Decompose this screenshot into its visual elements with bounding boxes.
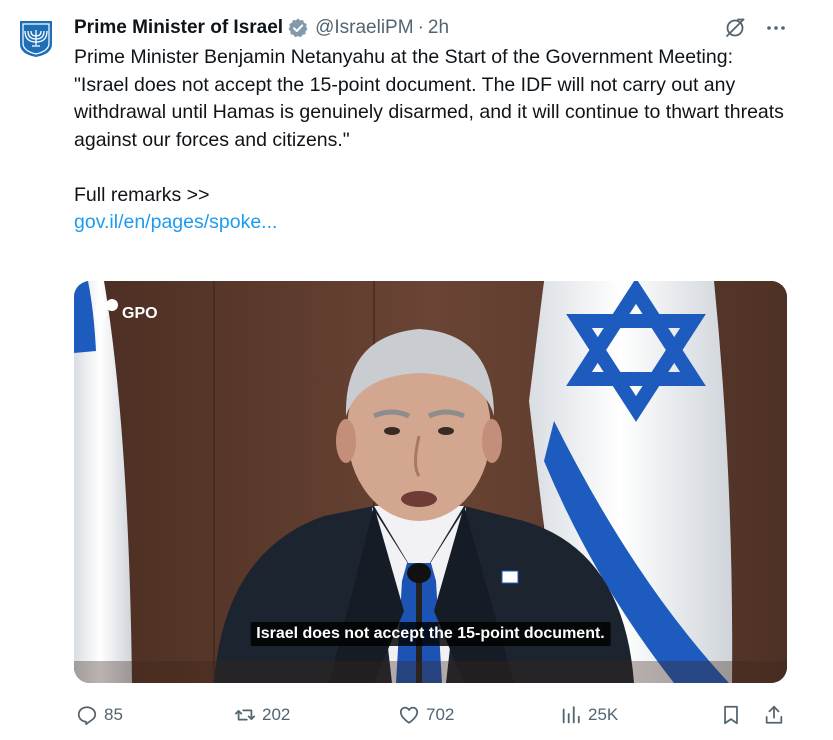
more-icon[interactable] — [765, 17, 787, 39]
views-count: 25K — [588, 705, 619, 724]
gpo-logo-icon — [94, 299, 118, 321]
emblem-icon — [20, 21, 52, 57]
tweet[interactable]: Prime Minister of Israel @IsraeliPM · 2h… — [0, 0, 833, 740]
reply-count: 85 — [104, 705, 123, 724]
verified-badge-icon[interactable] — [287, 17, 309, 39]
tweet-quote: "Israel does not accept the 15-point doc… — [74, 73, 784, 151]
video-player[interactable]: GPO Israel does not accept the 15-point … — [74, 281, 787, 683]
author-display-name[interactable]: Prime Minister of Israel — [74, 17, 283, 39]
views-icon — [562, 706, 580, 724]
repost-icon — [234, 709, 256, 721]
views-button[interactable]: 25K — [560, 700, 618, 730]
tweet-text-line: Prime Minister Benjamin Netanyahu at the… — [74, 46, 733, 68]
share-icon — [765, 705, 783, 724]
repost-button[interactable]: 202 — [234, 700, 290, 730]
reply-icon — [77, 706, 97, 726]
tweet-remarks: Full remarks >> — [74, 183, 210, 206]
avatar[interactable] — [17, 18, 55, 58]
tweet-header: Prime Minister of Israel @IsraeliPM · 2h — [74, 14, 449, 42]
tweet-spacer — [74, 154, 784, 182]
bookmark-button[interactable] — [720, 700, 742, 730]
gpo-text: GPO — [122, 305, 158, 322]
grok-icon[interactable] — [723, 16, 747, 40]
action-bar: 85 202 702 25K — [74, 700, 787, 730]
gpo-watermark: GPO — [92, 297, 158, 323]
bookmark-icon — [724, 705, 738, 725]
like-icon — [399, 706, 419, 724]
author-handle[interactable]: @IsraeliPM — [315, 17, 413, 39]
reply-button[interactable]: 85 — [76, 700, 123, 730]
tweet-text: Prime Minister Benjamin Netanyahu at the… — [74, 44, 784, 237]
like-button[interactable]: 702 — [398, 700, 454, 730]
timestamp[interactable]: 2h — [428, 17, 449, 39]
separator-dot: · — [417, 17, 424, 38]
share-button[interactable] — [763, 700, 785, 730]
repost-count: 202 — [262, 705, 291, 724]
video-caption: Israel does not accept the 15-point docu… — [250, 622, 611, 646]
like-count: 702 — [426, 705, 455, 724]
header-actions — [723, 16, 787, 40]
tweet-link[interactable]: gov.il/en/pages/spoke... — [74, 211, 277, 233]
